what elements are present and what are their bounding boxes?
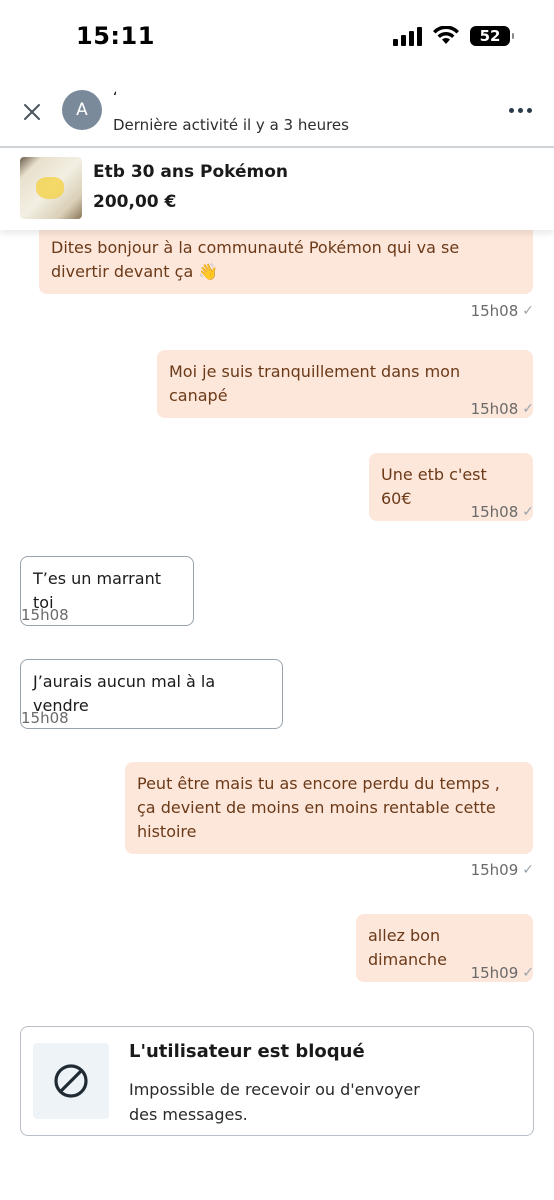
check-icon: ✓ [522, 401, 534, 417]
last-activity-text: Dernière activité il y a 3 heures [113, 116, 349, 134]
cellular-signal-icon [393, 26, 422, 46]
message-timestamp: 15h09 ✓ [470, 861, 534, 879]
blocked-title: L'utilisateur est bloqué [129, 1041, 365, 1062]
wifi-icon [433, 26, 459, 44]
message-timestamp: 15h08 [21, 709, 69, 727]
close-icon [24, 104, 40, 120]
check-icon: ✓ [522, 965, 534, 981]
close-button[interactable] [18, 98, 46, 126]
blocked-description: Impossible de recevoir ou d'envoyer des … [129, 1080, 420, 1124]
message-timestamp: 15h09 ✓ [470, 964, 534, 982]
status-icons: 52 [393, 26, 514, 46]
conversation-header: A ʻ Dernière activité il y a 3 heures [0, 80, 554, 148]
check-icon: ✓ [522, 504, 534, 520]
check-icon: ✓ [522, 303, 534, 319]
blocked-icon-container [33, 1043, 109, 1119]
message-timestamp: 15h08 ✓ [470, 400, 534, 418]
message-timestamp: 15h08 ✓ [470, 503, 534, 521]
status-bar: 15:11 52 [0, 0, 554, 80]
message-timestamp: 15h08 [21, 606, 69, 624]
blocked-user-notice: L'utilisateur est bloqué Impossible de r… [20, 1026, 534, 1136]
check-icon: ✓ [522, 862, 534, 878]
item-card[interactable]: Etb 30 ans Pokémon 200,00 € [0, 148, 554, 230]
user-name[interactable]: ʻ [113, 90, 117, 106]
message-bubble-outgoing: Dites bonjour à la communauté Pokémon qu… [39, 226, 533, 294]
item-thumbnail [20, 157, 82, 219]
item-price: 200,00 € [93, 192, 177, 212]
battery-icon: 52 [470, 26, 514, 46]
status-time: 15:11 [76, 22, 155, 50]
blocked-icon [54, 1064, 88, 1098]
message-timestamp: 15h08 ✓ [470, 302, 534, 320]
item-title: Etb 30 ans Pokémon [93, 162, 289, 182]
more-options-icon[interactable] [509, 108, 532, 113]
avatar[interactable]: A [62, 90, 102, 130]
message-bubble-outgoing: Peut être mais tu as encore perdu du tem… [125, 762, 533, 854]
